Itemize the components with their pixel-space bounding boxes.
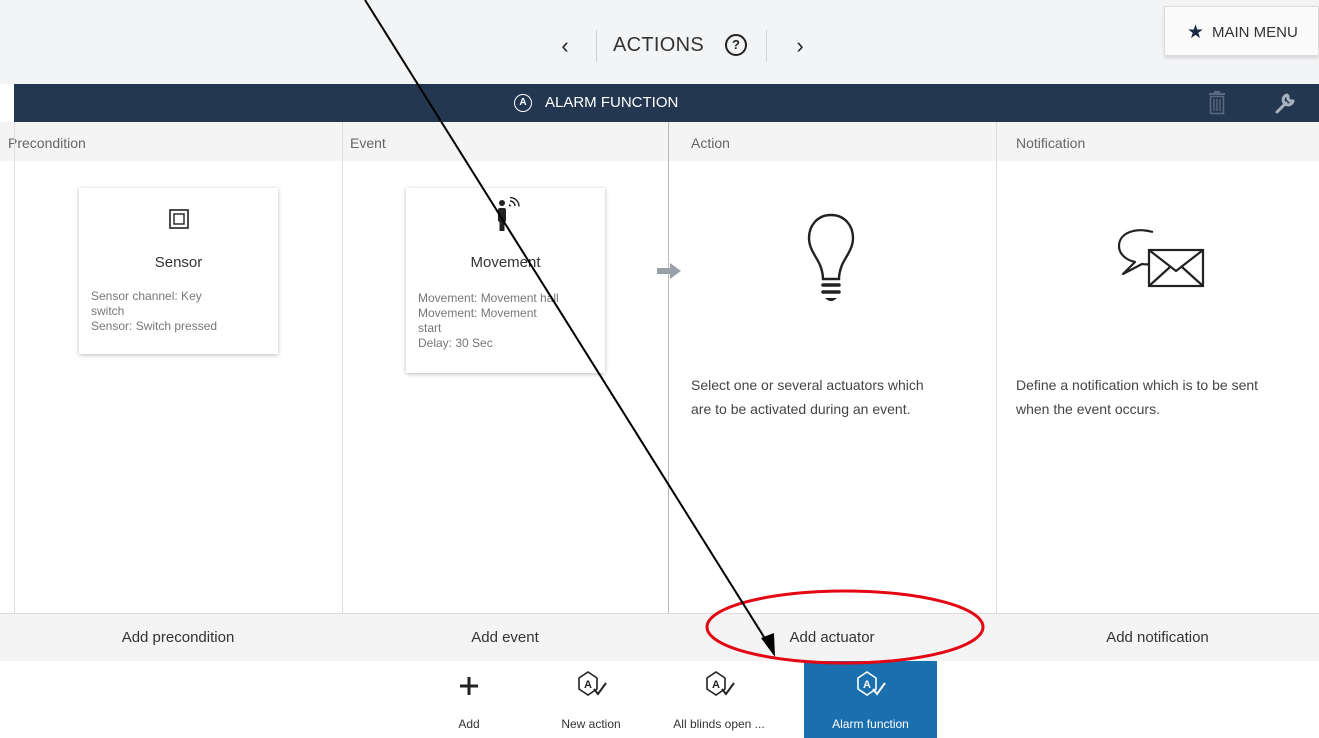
- main-menu-button[interactable]: ★ MAIN MENU: [1164, 6, 1319, 56]
- top-navigation: ‹ ACTIONS ? › ★ MAIN MENU: [0, 0, 1319, 84]
- instruction-line: when the event occurs.: [1016, 401, 1160, 417]
- page-title: ACTIONS: [613, 34, 704, 56]
- instruction-line: Select one or several actuators which: [691, 377, 924, 393]
- previous-page-button[interactable]: ‹: [553, 32, 577, 60]
- star-icon: ★: [1187, 22, 1205, 43]
- nav-divider: [766, 30, 767, 62]
- column-headings: Precondition Event Action Notification: [0, 122, 1319, 162]
- action-title: ALARM FUNCTION: [545, 94, 679, 111]
- card-detail: Movement: Movement: [418, 306, 537, 320]
- column-heading-precondition: Precondition: [8, 135, 86, 151]
- column-heading-event: Event: [350, 135, 386, 151]
- add-precondition-button[interactable]: Add precondition: [14, 614, 342, 662]
- column-divider: [342, 122, 343, 662]
- main-menu-label: MAIN MENU: [1212, 24, 1298, 41]
- toolbar-add-button[interactable]: Add: [424, 661, 514, 738]
- arrow-right-icon: [657, 263, 681, 279]
- toolbar-label: All blinds open ...: [673, 717, 765, 731]
- notification-instruction: Define a notification which is to be sen…: [1016, 373, 1258, 421]
- card-detail: Movement: Movement hall: [418, 291, 559, 305]
- column-heading-action: Action: [691, 135, 730, 151]
- action-icon: A: [706, 671, 735, 696]
- card-detail: Sensor channel: Key: [91, 289, 202, 303]
- action-icon: A: [578, 671, 607, 696]
- wrench-icon[interactable]: [1272, 90, 1298, 116]
- event-card[interactable]: Movement Movement: Movement hall Movemen…: [406, 188, 605, 373]
- lightbulb-icon: [807, 213, 855, 301]
- toolbar-alarm-function-button[interactable]: A Alarm function: [804, 661, 937, 738]
- trash-icon[interactable]: [1205, 90, 1229, 116]
- precondition-card[interactable]: Sensor Sensor channel: Key switch Sensor…: [79, 188, 278, 354]
- action-header-bar: A ALARM FUNCTION: [14, 84, 1319, 122]
- card-title: Movement: [470, 254, 541, 271]
- toolbar-new-action-button[interactable]: A New action: [544, 661, 638, 738]
- sensor-icon: [169, 209, 189, 229]
- add-event-button[interactable]: Add event: [342, 614, 668, 662]
- column-divider: [668, 122, 669, 662]
- instruction-line: Define a notification which is to be sen…: [1016, 377, 1259, 393]
- action-icon: A: [514, 94, 532, 112]
- svg-text:A: A: [584, 679, 592, 691]
- toolbar-label: New action: [561, 717, 621, 731]
- bottom-toolbar: Add A New action A All blinds open ... A: [0, 661, 1319, 738]
- action-instruction: Select one or several actuators which ar…: [691, 373, 924, 421]
- svg-text:A: A: [712, 679, 720, 691]
- toolbar-all-blinds-open-button[interactable]: A All blinds open ...: [664, 661, 774, 738]
- add-notification-button[interactable]: Add notification: [996, 614, 1319, 662]
- nav-divider: [596, 30, 597, 62]
- card-detail: Delay: 30 Sec: [418, 336, 493, 350]
- next-page-button[interactable]: ›: [788, 32, 812, 60]
- help-icon[interactable]: ?: [725, 34, 747, 56]
- card-title: Sensor: [154, 254, 203, 271]
- svg-text:A: A: [863, 679, 871, 691]
- card-detail: Sensor: Switch pressed: [91, 319, 218, 333]
- add-buttons-row: Add precondition Add event Add actuator …: [0, 613, 1319, 663]
- actions-screen: ‹ ACTIONS ? › ★ MAIN MENU A ALARM FUNCTI…: [0, 0, 1319, 738]
- toolbar-label: Add: [458, 717, 480, 731]
- toolbar-label: Alarm function: [832, 717, 909, 731]
- action-icon: A: [857, 671, 886, 696]
- instruction-line: are to be activated during an event.: [691, 401, 911, 417]
- column-divider: [996, 122, 997, 662]
- card-detail: start: [418, 321, 442, 335]
- movement-icon: [498, 197, 520, 231]
- card-detail: switch: [91, 304, 125, 318]
- column-divider: [14, 122, 15, 662]
- message-envelope-icon: [1117, 229, 1205, 288]
- plus-icon: [460, 677, 478, 695]
- column-heading-notification: Notification: [1016, 135, 1086, 151]
- add-actuator-button[interactable]: Add actuator: [668, 614, 996, 662]
